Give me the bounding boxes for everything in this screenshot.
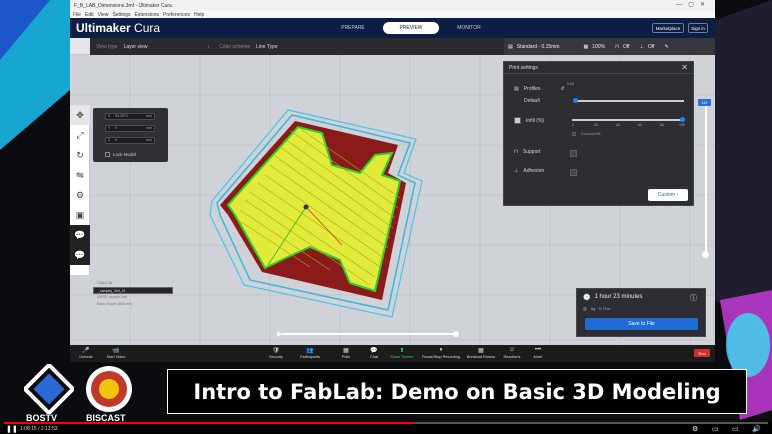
miniplayer-icon[interactable]: ▭ — [712, 425, 719, 433]
volume-icon[interactable]: 🔊 — [752, 425, 761, 433]
pause-icon[interactable]: ❚❚ — [6, 425, 18, 433]
bostv-logo — [24, 364, 74, 414]
player-timecode: 1:08:15 / 2:13:53 — [20, 426, 58, 432]
theater-icon[interactable]: ▭ — [732, 425, 739, 433]
screen: F_B_LAB_Dimensions.3mf - Ultimaker Cura … — [0, 0, 772, 434]
settings-gear-icon[interactable]: ⚙ — [692, 425, 698, 433]
stream-title: Intro to FabLab: Demo on Basic 3D Modeli… — [193, 379, 721, 404]
video-player-controls: ❚❚ 1:08:15 / 2:13:53 ⚙ ▭ ▭ 🔊 — [0, 422, 772, 434]
progress-fill — [4, 422, 414, 424]
stream-title-banner: Intro to FabLab: Demo on Basic 3D Modeli… — [167, 369, 747, 414]
biscast-seal-logo — [86, 366, 132, 412]
stream-logos: BOSTV BISCAST — [22, 362, 162, 423]
